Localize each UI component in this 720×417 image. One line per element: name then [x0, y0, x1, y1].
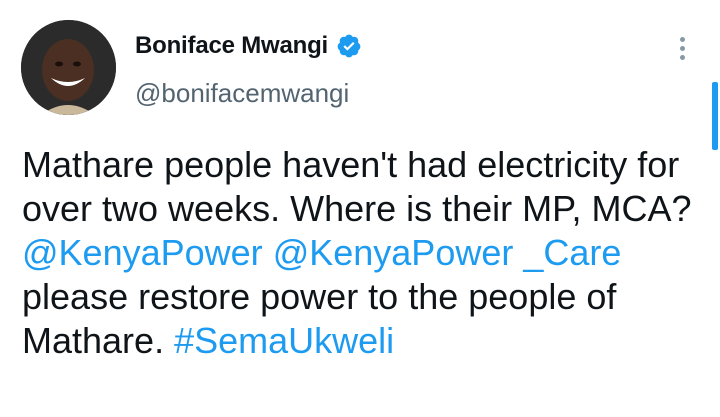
- hashtag-link-semaukweli[interactable]: #SemaUkweli: [174, 320, 394, 361]
- avatar-photo-icon: [21, 20, 116, 115]
- mention-link-kenyapower-care[interactable]: @KenyaPower _Care: [273, 232, 622, 273]
- more-options-icon[interactable]: [676, 37, 688, 67]
- author-name-row: Boniface Mwangi: [135, 32, 362, 60]
- author-handle[interactable]: @bonifacemwangi: [135, 78, 349, 109]
- tweet-text: Mathare people haven't had electricity f…: [22, 143, 712, 363]
- avatar[interactable]: [21, 20, 116, 115]
- tweet-text-part1: Mathare people haven't had electricity f…: [22, 144, 692, 229]
- verified-badge-icon: [337, 34, 361, 58]
- scrollbar[interactable]: [712, 82, 718, 150]
- author-display-name[interactable]: Boniface Mwangi: [135, 32, 328, 60]
- tweet-text-part2: [263, 232, 273, 273]
- mention-link-kenyapower[interactable]: @KenyaPower: [22, 232, 263, 273]
